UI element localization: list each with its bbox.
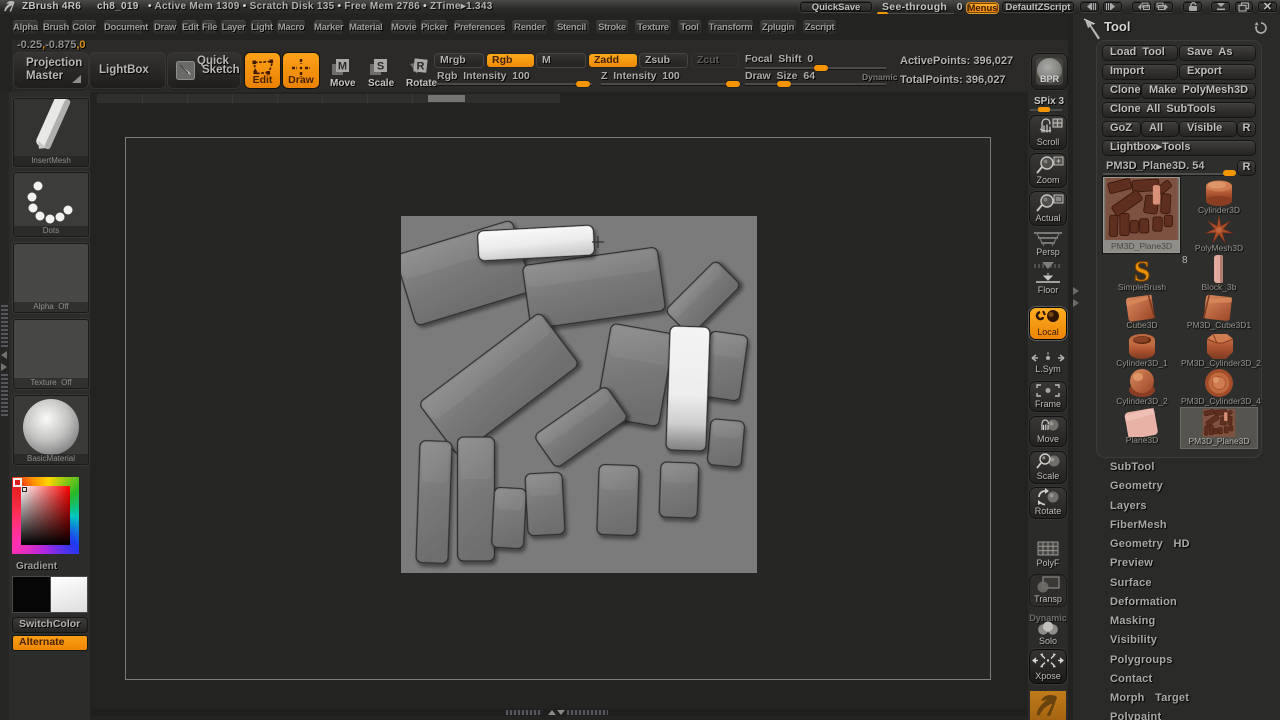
svg-text:S: S — [1134, 255, 1151, 284]
svg-text:S: S — [377, 61, 384, 73]
svg-text:M: M — [338, 61, 347, 73]
svg-text:R: R — [417, 61, 425, 73]
